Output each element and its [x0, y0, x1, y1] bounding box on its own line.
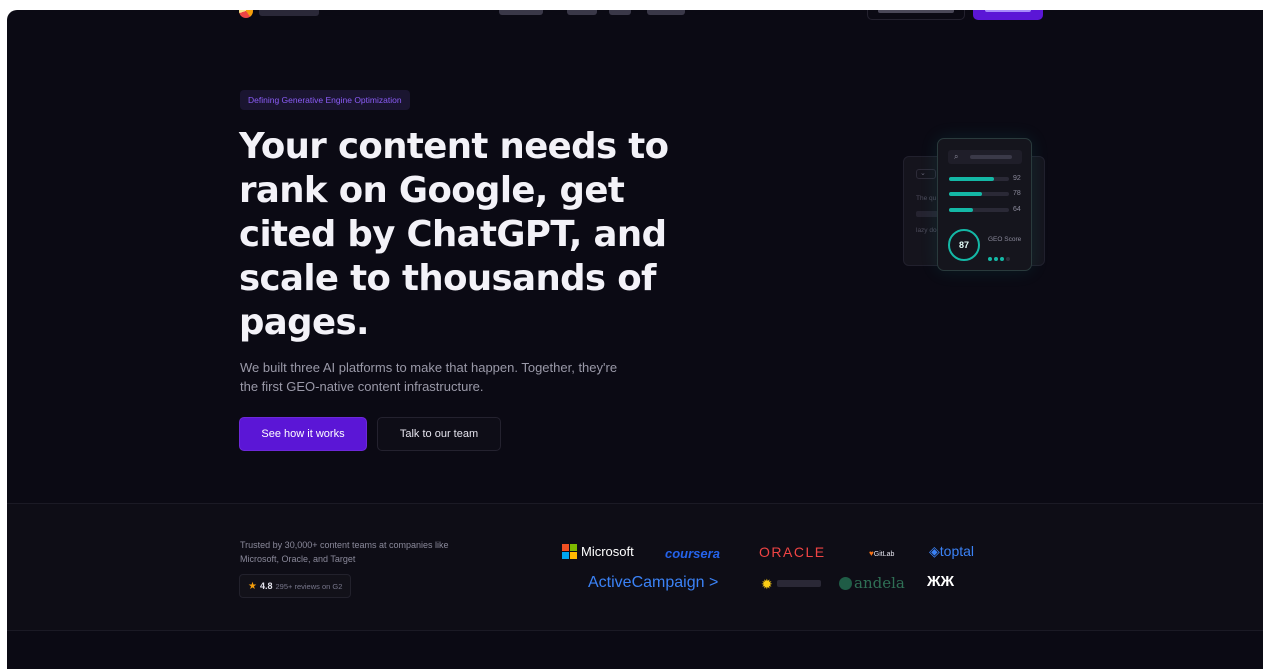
page-frame: Defining Generative Engine Optimization … [7, 10, 1263, 669]
metric-value: 92 [1013, 175, 1021, 182]
toptal-mark-icon: ◈ [929, 543, 940, 559]
score-dot [988, 257, 992, 261]
see-how-it-works-button[interactable]: See how it works [239, 417, 367, 451]
rating-value: 4.8 [259, 581, 273, 591]
metric-row: 92 [949, 174, 1031, 184]
score-dot [1000, 257, 1004, 261]
microsoft-grid-icon [562, 544, 577, 559]
nav-link[interactable] [609, 10, 631, 15]
score-dot [994, 257, 998, 261]
chevron-down-icon: ⌄ [916, 169, 936, 179]
nav-secondary-button[interactable] [867, 10, 965, 20]
metric-row: 78 [949, 189, 1031, 199]
back-card-text: The qu [916, 195, 937, 202]
eyebrow-pill: Defining Generative Engine Optimization [240, 90, 410, 110]
star-icon: ★ [248, 581, 257, 592]
geo-score-label: GEO Score [988, 236, 1022, 243]
andela-mark-icon [839, 577, 852, 590]
trust-statement: Trusted by 30,000+ content teams at comp… [240, 540, 449, 564]
hero-title: Your content needs to rank on Google, ge… [239, 126, 669, 343]
geo-score-ring: 87 [948, 229, 980, 261]
hero-subtitle: We built three AI platforms to make that… [240, 360, 618, 394]
andela-logo: andela [839, 575, 905, 592]
under-armour-logo: ЖЖ [927, 573, 955, 590]
brand-logo-icon[interactable] [239, 10, 253, 18]
activecampaign-logo: ActiveCampaign > [588, 574, 719, 591]
metric-row: 64 [949, 205, 1031, 215]
top-nav [7, 10, 1263, 26]
toptal-logo: ◈toptal [929, 543, 975, 559]
sun-logo: ✹ [761, 576, 821, 592]
nav-link[interactable] [499, 10, 543, 15]
metric-fill [949, 192, 982, 196]
metric-fill [949, 208, 973, 212]
nav-contact-button[interactable] [973, 10, 1043, 20]
metric-value: 78 [1013, 190, 1021, 197]
nav-link[interactable] [647, 10, 685, 15]
score-dot [1006, 257, 1010, 261]
sun-icon: ✹ [761, 576, 773, 592]
back-card-text: lazy do [916, 227, 937, 234]
metric-fill [949, 177, 994, 181]
metric-value: 64 [1013, 206, 1021, 213]
oracle-logo: ORACLE [759, 544, 826, 560]
nav-link[interactable] [567, 10, 597, 15]
trust-band: Trusted by 30,000+ content teams at comp… [7, 503, 1263, 631]
talk-to-team-button[interactable]: Talk to our team [377, 417, 501, 451]
score-dots [988, 248, 1012, 266]
review-count: 295+ reviews on G2 [275, 582, 343, 591]
g2-rating-badge[interactable]: ★ 4.8 295+ reviews on G2 [239, 574, 352, 598]
geo-score-card: ⌕ 92 78 64 87 GEO Score [937, 138, 1032, 271]
search-icon: ⌕ [954, 152, 959, 161]
gitlab-logo: ♥GitLab [869, 549, 895, 558]
card-search-box: ⌕ [948, 150, 1022, 164]
microsoft-logo: Microsoft [562, 544, 634, 560]
brand-name[interactable] [259, 10, 319, 16]
coursera-logo: coursera [665, 546, 720, 561]
